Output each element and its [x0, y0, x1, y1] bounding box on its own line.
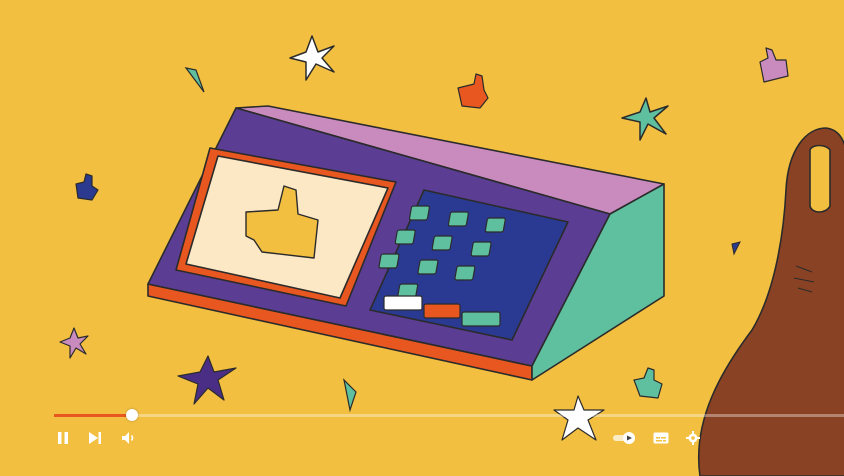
pause-icon [58, 432, 68, 444]
autoplay-toggle[interactable] [612, 428, 638, 448]
subtitles-button[interactable] [650, 428, 672, 448]
settings-button[interactable] [682, 428, 704, 448]
video-player[interactable] [0, 0, 844, 476]
progress-track [54, 414, 844, 417]
settings-icon [686, 431, 700, 445]
volume-icon [122, 432, 134, 444]
progress-fill [54, 414, 133, 417]
next-button[interactable] [84, 428, 106, 448]
progress-bar[interactable] [54, 409, 844, 421]
autoplay-toggle-icon [613, 432, 635, 444]
next-icon [89, 432, 101, 444]
pause-button[interactable] [52, 428, 74, 448]
subtitles-icon [653, 432, 669, 444]
video-frame [0, 0, 844, 476]
volume-button[interactable] [118, 428, 140, 448]
